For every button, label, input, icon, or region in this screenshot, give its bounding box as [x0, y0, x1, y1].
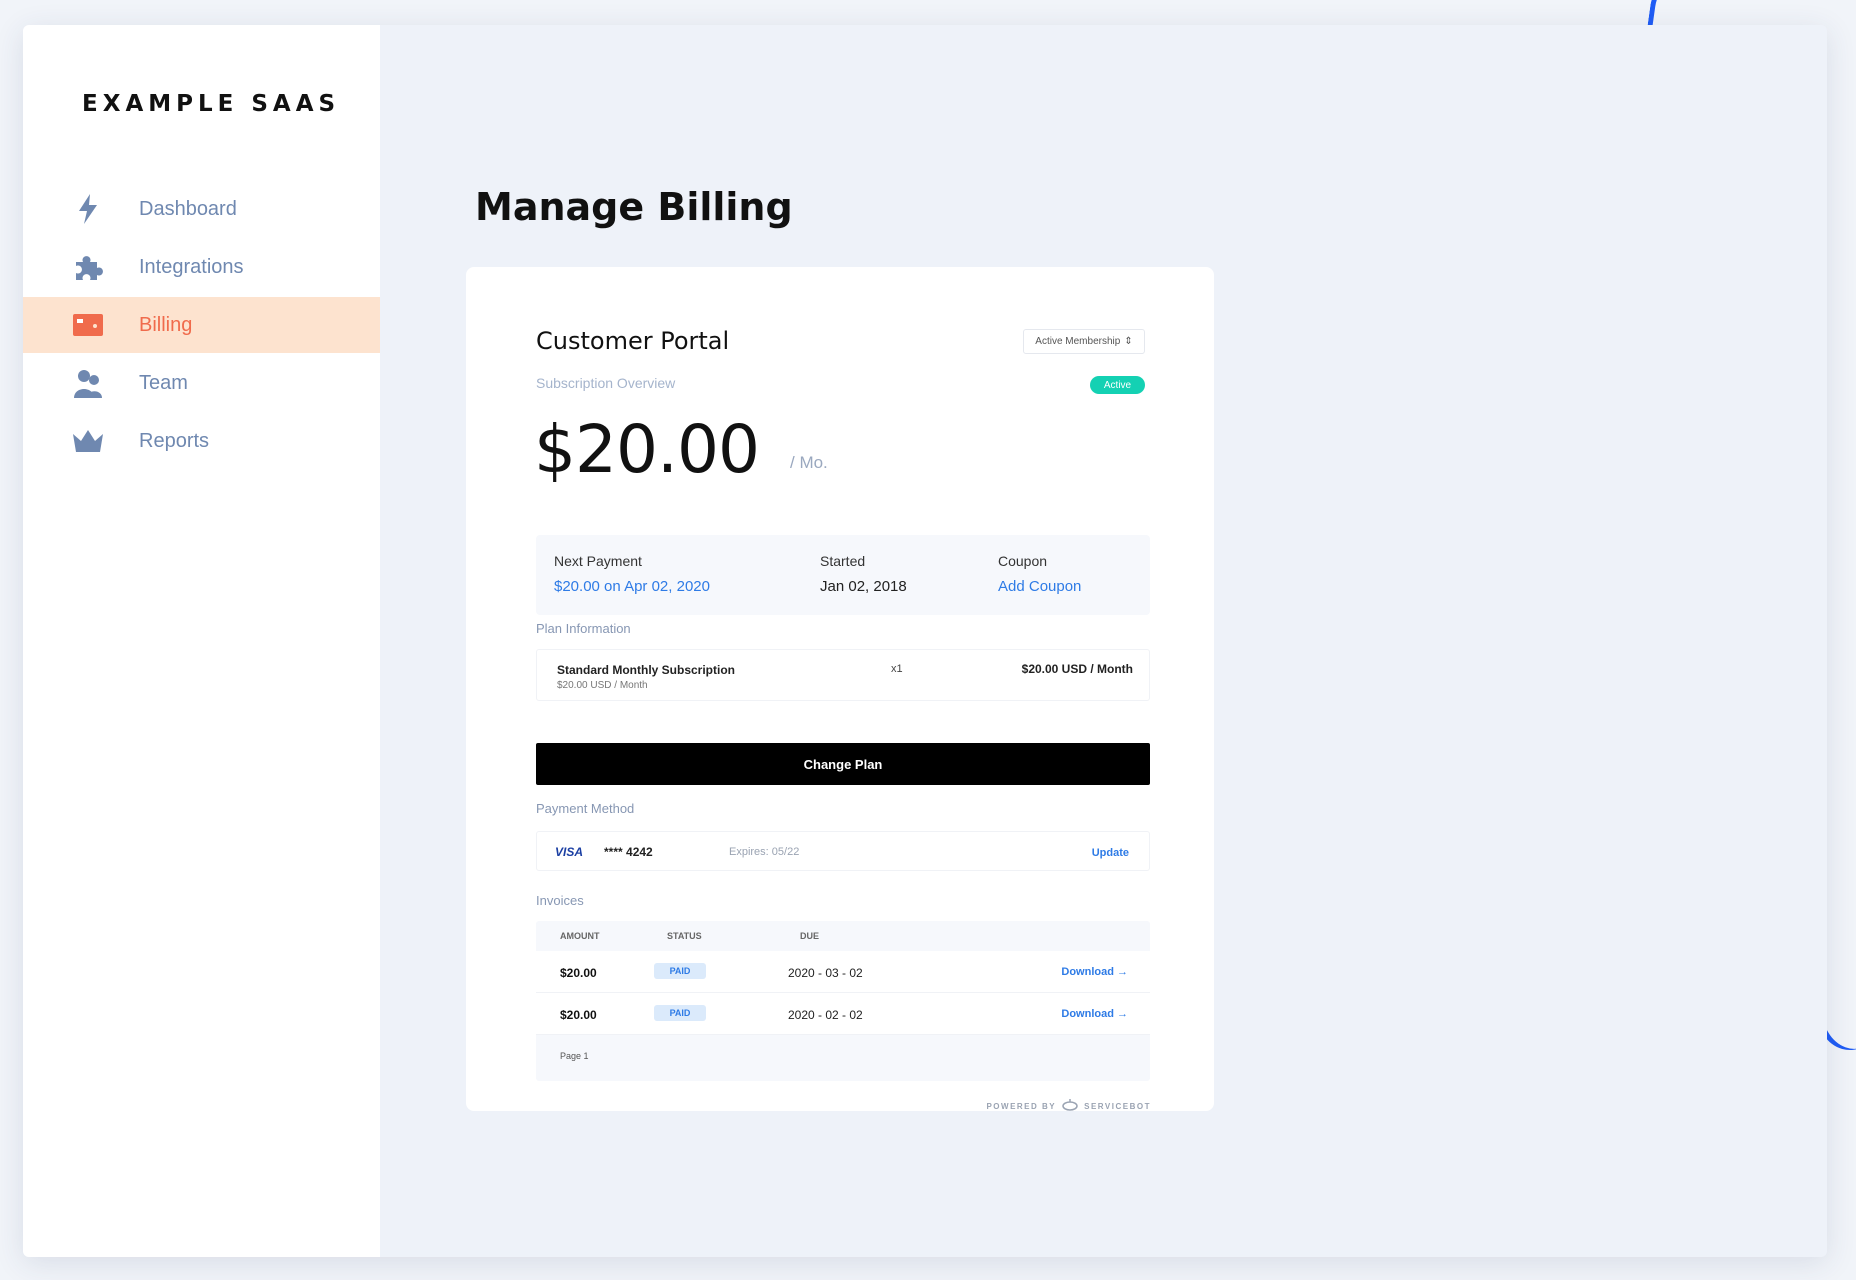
sidebar-item-label: Integrations [139, 255, 244, 278]
plan-row: Standard Monthly Subscription $20.00 USD… [536, 649, 1150, 701]
customer-portal-card: Customer Portal Active Membership ⇕ Subs… [466, 267, 1214, 1111]
started-value: Jan 02, 2018 [820, 578, 907, 595]
column-header-due: DUE [800, 931, 820, 941]
started-label: Started [820, 553, 866, 569]
invoice-due-date: 2020 - 02 - 02 [788, 1008, 863, 1022]
brand-logo: EXAMPLE SAAS [82, 91, 341, 117]
crown-icon [73, 426, 103, 456]
lightning-icon [73, 194, 103, 224]
powered-by-footer: POWERED BY SERVICEBOT [986, 1099, 1151, 1113]
update-payment-link[interactable]: Update [1092, 847, 1129, 859]
invoice-amount: $20.00 [560, 966, 597, 980]
sidebar-item-label: Team [139, 371, 188, 394]
change-plan-button[interactable]: Change Plan [536, 743, 1150, 785]
download-link[interactable]: Download → [1061, 966, 1128, 978]
sidebar-item-reports[interactable]: Reports [23, 413, 380, 469]
puzzle-icon [73, 252, 103, 282]
next-payment-column: Next Payment $20.00 on Apr 02, 2020 [554, 553, 710, 595]
download-link[interactable]: Download → [1061, 1008, 1128, 1020]
team-icon [73, 368, 103, 398]
payment-method-label: Payment Method [536, 801, 635, 816]
next-payment-value[interactable]: $20.00 on Apr 02, 2020 [554, 578, 710, 595]
status-badge: Active [1090, 376, 1145, 394]
sidebar-item-billing[interactable]: Billing [23, 297, 380, 353]
sidebar-item-integrations[interactable]: Integrations [23, 239, 380, 295]
servicebot-logo-icon [1062, 1099, 1078, 1113]
membership-select-value: Active Membership [1035, 336, 1121, 347]
sidebar-nav: Dashboard Integrations Billing Team Repo… [23, 181, 380, 471]
chevron-updown-icon: ⇕ [1124, 336, 1133, 347]
plan-name: Standard Monthly Subscription [557, 663, 736, 677]
portal-title: Customer Portal [536, 327, 730, 355]
powered-by-brand: SERVICEBOT [1084, 1101, 1151, 1111]
sidebar-item-dashboard[interactable]: Dashboard [23, 181, 380, 237]
sidebar-item-team[interactable]: Team [23, 355, 380, 411]
credit-card-icon [73, 310, 103, 340]
status-badge: PAID [654, 1005, 706, 1021]
plan-subtext: $20.00 USD / Month [557, 680, 648, 691]
sidebar-item-label: Billing [139, 313, 193, 336]
plan-price: $20.00 USD / Month [1021, 662, 1133, 676]
invoices-table: AMOUNT STATUS DUE $20.00 PAID 2020 - 03 … [536, 921, 1150, 1081]
add-coupon-link[interactable]: Add Coupon [998, 578, 1081, 595]
membership-select[interactable]: Active Membership ⇕ [1023, 329, 1145, 354]
column-header-amount: AMOUNT [560, 931, 600, 941]
started-column: Started Jan 02, 2018 [820, 553, 907, 595]
visa-logo: VISA [555, 845, 584, 859]
coupon-column: Coupon Add Coupon [998, 553, 1081, 595]
app-window: EXAMPLE SAAS Dashboard Integrations Bill… [23, 25, 1827, 1257]
invoice-amount: $20.00 [560, 1008, 597, 1022]
table-row: $20.00 PAID 2020 - 02 - 02 Download → [536, 993, 1150, 1035]
card-expiry: Expires: 05/22 [729, 846, 800, 858]
payment-method-row: VISA **** 4242 Expires: 05/22 Update [536, 831, 1150, 871]
coupon-label: Coupon [998, 553, 1048, 569]
plan-quantity: x1 [891, 663, 903, 675]
invoice-due-date: 2020 - 03 - 02 [788, 966, 863, 980]
next-payment-label: Next Payment [554, 553, 642, 569]
status-badge: PAID [654, 963, 706, 979]
subscription-overview-label: Subscription Overview [536, 375, 676, 391]
pagination-label: Page 1 [560, 1051, 589, 1061]
subscription-price: $20.00 [534, 411, 760, 488]
column-header-status: STATUS [667, 931, 702, 941]
table-row: $20.00 PAID 2020 - 03 - 02 Download → [536, 951, 1150, 993]
table-header: AMOUNT STATUS DUE [536, 921, 1150, 951]
page-title: Manage Billing [475, 185, 793, 229]
sidebar-item-label: Reports [139, 429, 210, 452]
sidebar: EXAMPLE SAAS Dashboard Integrations Bill… [23, 25, 380, 1257]
sidebar-item-label: Dashboard [139, 197, 237, 220]
card-number: **** 4242 [604, 845, 653, 859]
plan-information-label: Plan Information [536, 621, 631, 636]
price-period: / Mo. [790, 453, 828, 472]
subscription-summary: Next Payment $20.00 on Apr 02, 2020 Star… [536, 535, 1150, 615]
invoices-label: Invoices [536, 893, 584, 908]
powered-by-text: POWERED BY [986, 1101, 1057, 1111]
